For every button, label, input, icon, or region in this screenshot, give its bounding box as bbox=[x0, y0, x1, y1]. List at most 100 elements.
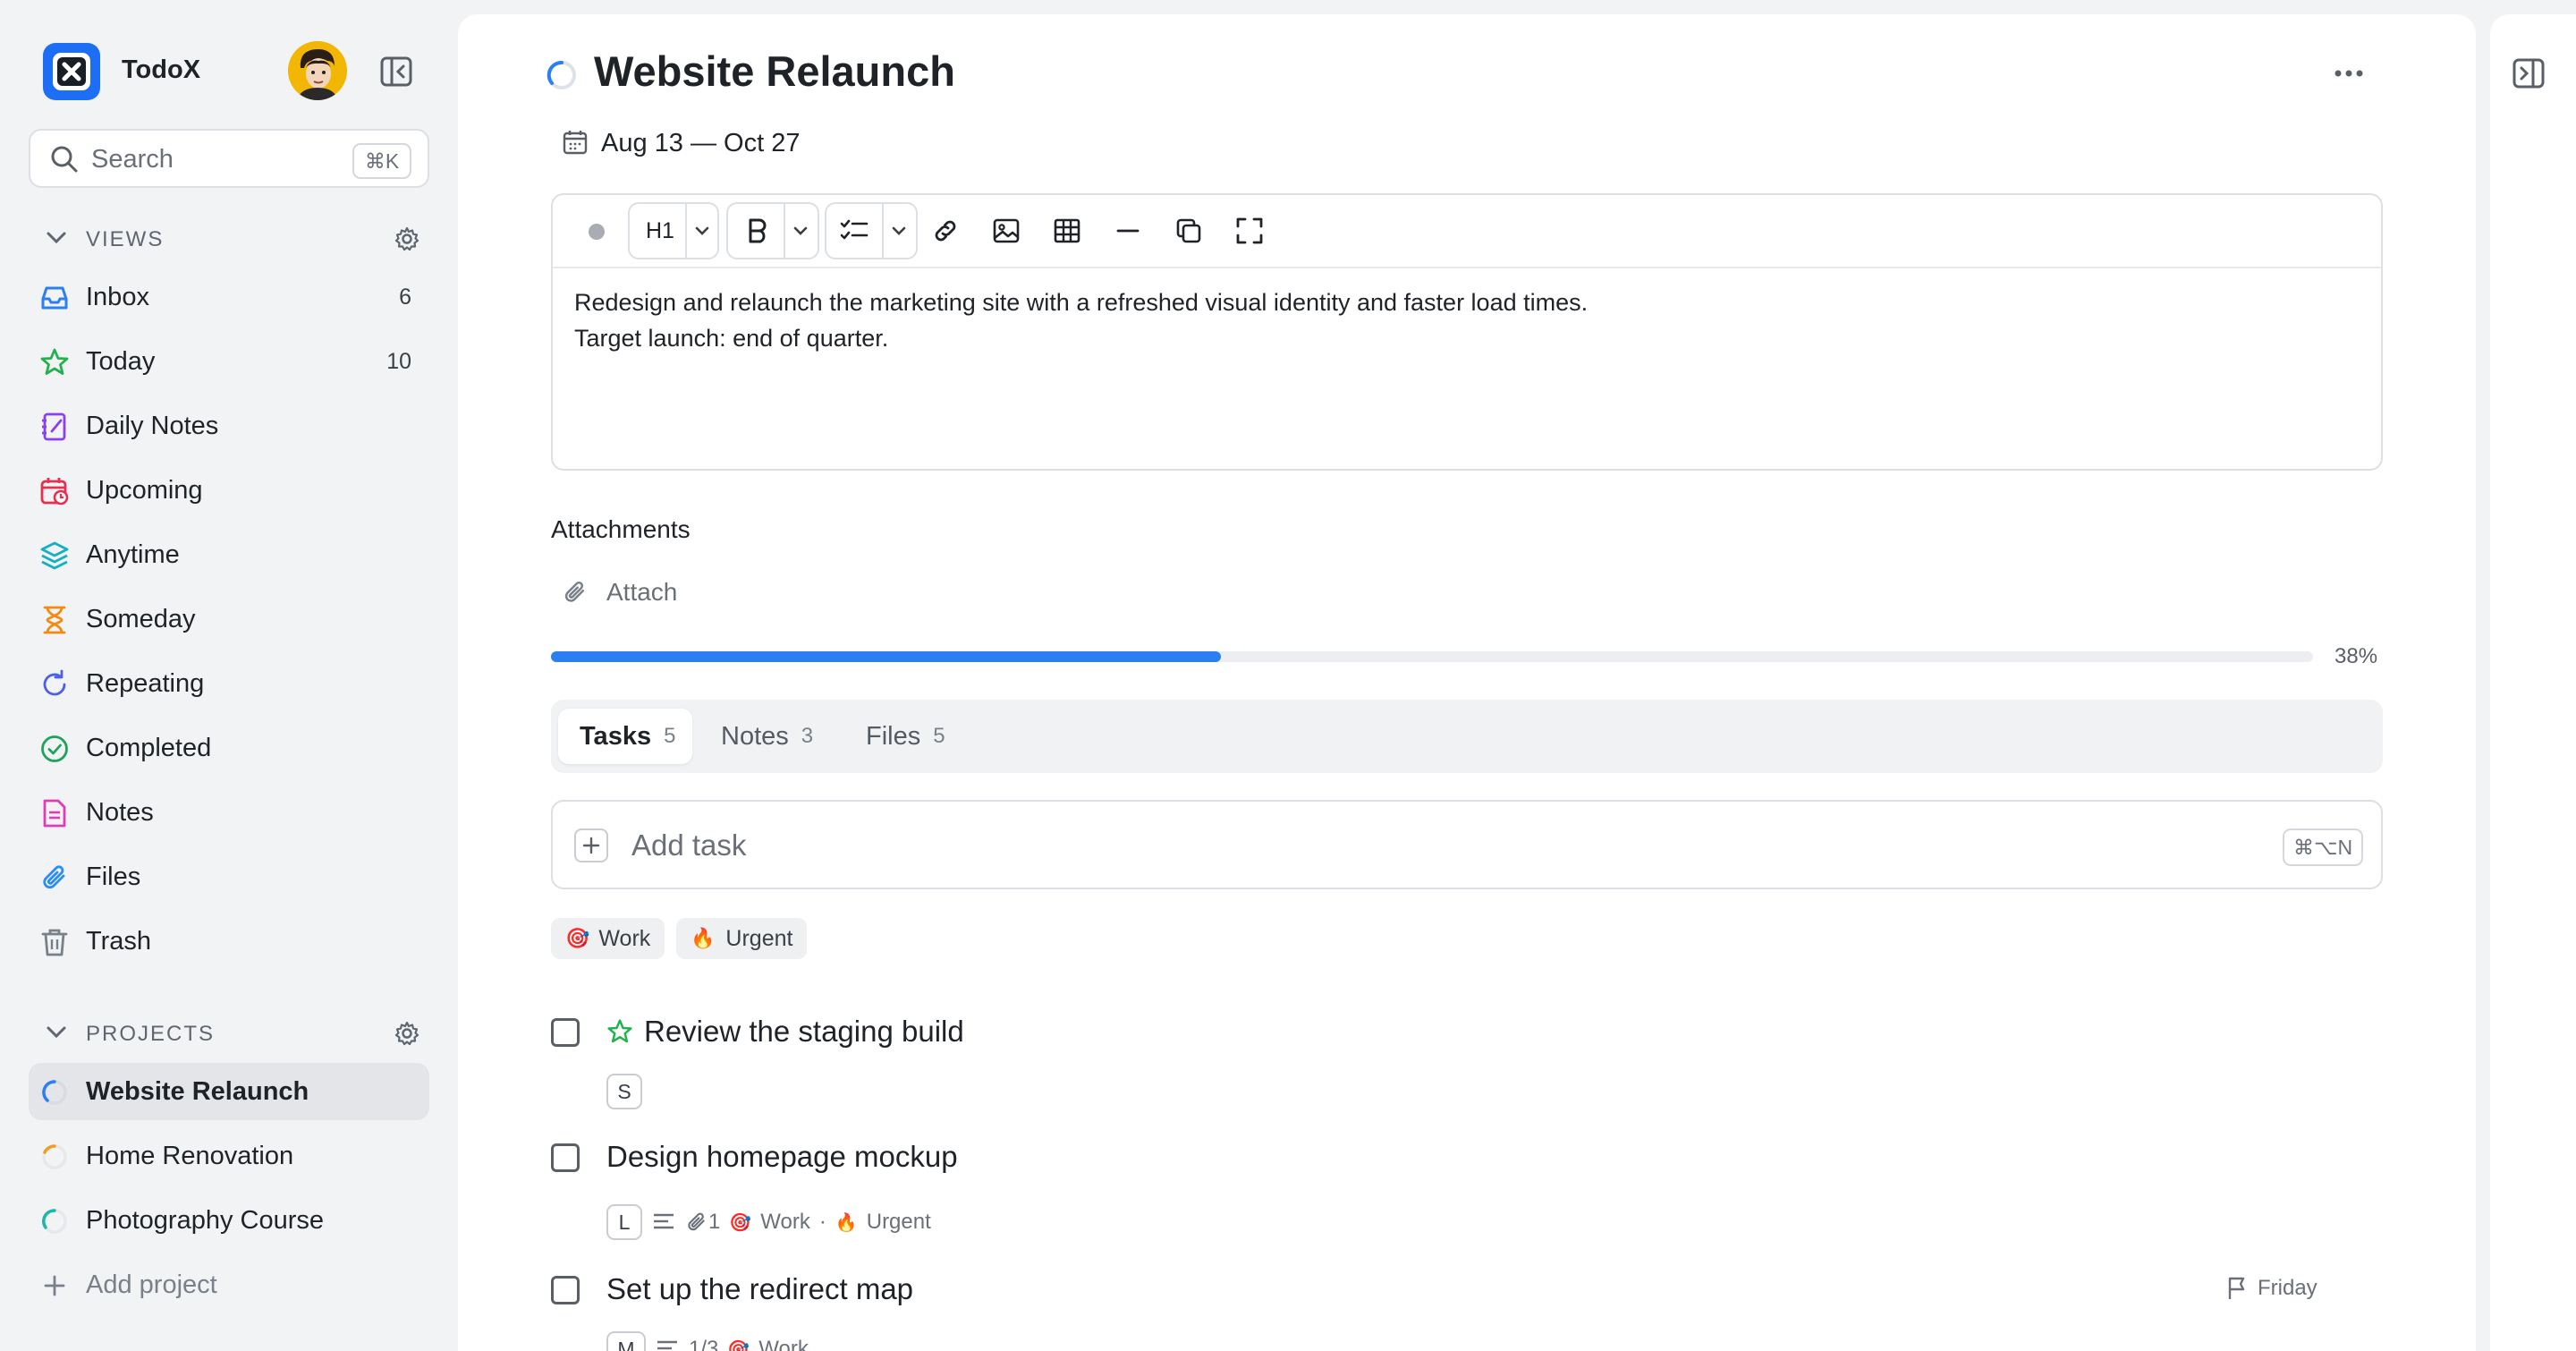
views-heading: VIEWS bbox=[86, 227, 165, 251]
sidebar-item-label: Upcoming bbox=[86, 476, 203, 505]
sidebar-item-completed[interactable]: Completed bbox=[29, 719, 429, 777]
views-settings-gear-icon[interactable] bbox=[394, 225, 420, 252]
projects-collapse-chevron-icon[interactable] bbox=[45, 1024, 68, 1041]
task-checkbox[interactable] bbox=[551, 1276, 580, 1304]
fullscreen-icon bbox=[1236, 217, 1263, 244]
task-row[interactable]: Set up the redirect map Friday M 1/3 🎯 W… bbox=[551, 1265, 2383, 1351]
projects-heading: PROJECTS bbox=[86, 1022, 216, 1046]
sidebar-item-label: Anytime bbox=[86, 540, 180, 569]
todox-logo-icon bbox=[53, 53, 90, 90]
sidebar-item-repeating[interactable]: Repeating bbox=[29, 655, 429, 712]
sidebar-item-notes[interactable]: Notes bbox=[29, 784, 429, 841]
attach-label: Attach bbox=[606, 578, 678, 606]
link-button[interactable] bbox=[921, 201, 970, 260]
avatar[interactable] bbox=[288, 41, 347, 100]
text-color-dot-button[interactable] bbox=[589, 224, 605, 240]
attach-button[interactable]: Attach bbox=[562, 574, 677, 610]
heading-button-group: H1 bbox=[628, 202, 719, 259]
sidebar-item-label: Daily Notes bbox=[86, 412, 219, 440]
search-box[interactable]: Search ⌘K bbox=[29, 129, 429, 188]
sidebar-item-label: Notes bbox=[86, 798, 154, 827]
sidebar-item-label: Completed bbox=[86, 734, 212, 762]
fire-icon: 🔥 bbox=[835, 1212, 858, 1233]
task-due-label: Friday bbox=[2258, 1276, 2318, 1300]
task-checkbox[interactable] bbox=[551, 1018, 580, 1047]
tab-notes[interactable]: Notes 3 bbox=[710, 709, 844, 764]
checklist-icon[interactable] bbox=[839, 217, 869, 245]
task-size-badge[interactable]: M bbox=[606, 1331, 646, 1351]
projects-settings-gear-icon[interactable] bbox=[394, 1020, 420, 1047]
sidebar-item-inbox[interactable]: Inbox 6 bbox=[29, 268, 429, 326]
chevron-down-icon[interactable] bbox=[791, 224, 810, 238]
filter-tag-urgent[interactable]: 🔥 Urgent bbox=[676, 918, 808, 959]
task-size-badge[interactable]: L bbox=[606, 1204, 642, 1240]
progress-percent: 38% bbox=[2334, 644, 2378, 668]
chevron-down-icon[interactable] bbox=[889, 224, 909, 238]
tab-label: Notes bbox=[721, 721, 789, 751]
plus-icon bbox=[582, 837, 600, 854]
more-options-icon[interactable] bbox=[2333, 66, 2365, 81]
sidebar-item-someday[interactable]: Someday bbox=[29, 591, 429, 648]
task-title: Design homepage mockup bbox=[606, 1140, 958, 1173]
toggle-right-panel-icon[interactable] bbox=[2512, 57, 2546, 89]
sidebar-item-upcoming[interactable]: Upcoming bbox=[29, 462, 429, 519]
description-text[interactable]: Redesign and relaunch the marketing site… bbox=[574, 285, 1588, 356]
sidebar-item-today[interactable]: Today 10 bbox=[29, 333, 429, 390]
sidebar-item-anytime[interactable]: Anytime bbox=[29, 526, 429, 583]
sidebar-project-home-renovation[interactable]: Home Renovation bbox=[29, 1127, 429, 1185]
description-line: Target launch: end of quarter. bbox=[574, 325, 889, 352]
tab-files[interactable]: Files 5 bbox=[855, 709, 989, 764]
sidebar-item-daily-notes[interactable]: Daily Notes bbox=[29, 397, 429, 455]
paperclip-icon bbox=[688, 1212, 705, 1231]
progress-fill bbox=[551, 651, 1221, 662]
heading-button[interactable]: H1 bbox=[646, 218, 674, 244]
paperclip-icon bbox=[43, 865, 65, 889]
divider-button[interactable] bbox=[1104, 201, 1152, 260]
bold-icon[interactable] bbox=[744, 217, 771, 245]
chevron-down-icon[interactable] bbox=[692, 224, 712, 238]
task-checkbox[interactable] bbox=[551, 1143, 580, 1172]
sidebar-toggle-icon bbox=[380, 56, 412, 87]
task-attachment-count: 1 bbox=[708, 1210, 721, 1234]
add-project-button[interactable]: Add project bbox=[29, 1256, 429, 1313]
table-icon bbox=[1054, 218, 1080, 243]
add-task-plus-button[interactable] bbox=[574, 828, 608, 862]
project-progress-ring-icon bbox=[42, 1080, 67, 1105]
sidebar-item-files[interactable]: Files bbox=[29, 848, 429, 905]
sidebar-project-website-relaunch[interactable]: Website Relaunch bbox=[29, 1063, 429, 1120]
tab-tasks[interactable]: Tasks 5 bbox=[558, 709, 692, 764]
calendar-icon bbox=[563, 131, 588, 155]
sidebar-item-trash[interactable]: Trash bbox=[29, 913, 429, 970]
horizontal-rule-icon bbox=[1116, 229, 1140, 233]
add-task-input[interactable]: Add task ⌘⌥N bbox=[551, 800, 2383, 889]
table-button[interactable] bbox=[1043, 201, 1091, 260]
task-row[interactable]: Design homepage mockup L 1 🎯 Work · 🔥 Ur… bbox=[551, 1133, 2383, 1249]
sidebar-project-photography-course[interactable]: Photography Course bbox=[29, 1192, 429, 1249]
tab-bar: Tasks 5 Notes 3 Files 5 bbox=[551, 700, 2383, 773]
copy-icon bbox=[1176, 218, 1201, 243]
project-progress-ring-icon bbox=[547, 60, 576, 89]
notes-lines-icon bbox=[654, 1213, 674, 1229]
task-tag: Work bbox=[760, 1210, 810, 1234]
sidebar-project-label: Photography Course bbox=[86, 1206, 324, 1235]
task-tag: Work bbox=[758, 1337, 809, 1351]
task-size-badge[interactable]: S bbox=[606, 1074, 642, 1109]
star-icon[interactable] bbox=[606, 1018, 633, 1045]
sidebar-item-label: Today bbox=[86, 347, 156, 376]
tab-label: Tasks bbox=[580, 721, 652, 751]
fullscreen-button[interactable] bbox=[1225, 201, 1274, 260]
filter-tag-work[interactable]: 🎯 Work bbox=[551, 918, 665, 959]
date-range[interactable]: Aug 13 — Oct 27 bbox=[601, 129, 800, 158]
copy-button[interactable] bbox=[1165, 201, 1213, 260]
page-title[interactable]: Website Relaunch bbox=[594, 47, 955, 96]
trash-icon bbox=[41, 929, 68, 956]
check-circle-icon bbox=[41, 735, 68, 762]
task-row[interactable]: Review the staging build S bbox=[551, 1007, 2383, 1115]
editor-toolbar: H1 bbox=[553, 195, 2381, 268]
task-due[interactable]: Friday bbox=[2225, 1276, 2318, 1301]
collapse-sidebar-button[interactable] bbox=[379, 55, 413, 88]
views-collapse-chevron-icon[interactable] bbox=[45, 229, 68, 247]
add-project-label: Add project bbox=[86, 1270, 217, 1299]
image-button[interactable] bbox=[982, 201, 1030, 260]
note-icon bbox=[43, 799, 66, 828]
